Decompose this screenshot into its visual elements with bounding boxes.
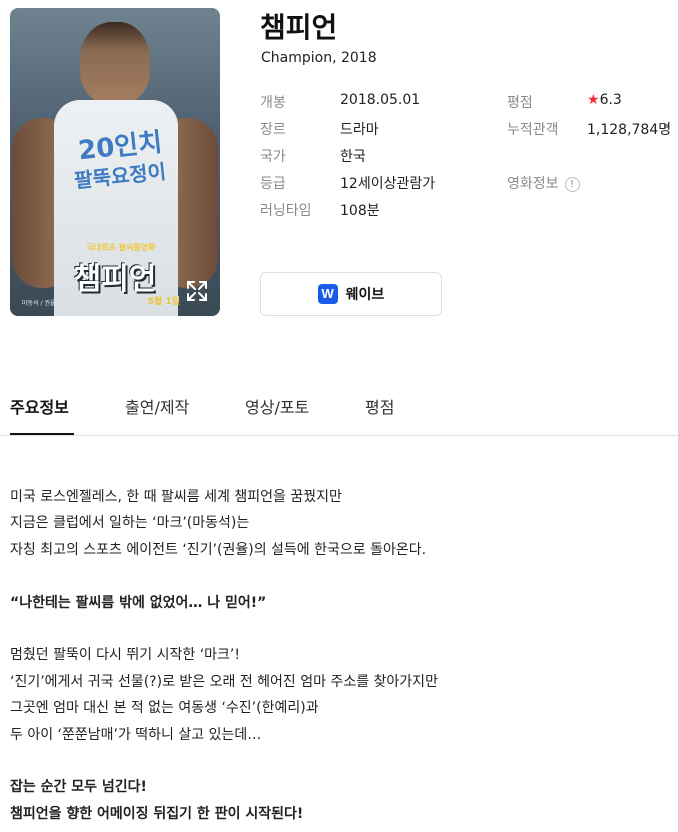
tab-main-info[interactable]: 주요정보 xyxy=(10,394,69,418)
active-tab-indicator xyxy=(10,433,74,435)
poster-title: 챔피언 xyxy=(73,262,157,297)
synopsis-closing-line: 챔피언을 향한 어메이징 뒤집기 한 판이 시작된다! xyxy=(10,805,304,822)
movie-info-label: 영화정보 xyxy=(507,176,559,192)
synopsis-closing-line: 잡는 순간 모두 넘긴다! xyxy=(10,779,147,796)
movie-info-link[interactable]: 영화정보! xyxy=(507,173,580,193)
movie-subtitle: Champion, 2018 xyxy=(261,50,377,66)
synopsis-line: 멈췄던 팔뚝이 다시 뛰기 시작한 ‘마크’! xyxy=(10,647,240,664)
release-value: 2018.05.01 xyxy=(340,92,421,108)
tab-video-photo[interactable]: 영상/포토 xyxy=(245,394,309,418)
movie-poster[interactable]: 20인치 팔뚝요정이 국내최초 팔씨름영화 챔피언 마동석 / 권율 / 한예리… xyxy=(10,8,220,316)
genre-label: 장르 xyxy=(260,122,286,138)
poster-tagline: 국내최초 팔씨름영화 xyxy=(86,243,156,252)
country-value: 한국 xyxy=(340,149,366,165)
synopsis: 미국 로스엔젤레스, 한 때 팔씨름 세계 챔피언을 꿈꿨지만 지금은 클럽에서… xyxy=(10,484,670,827)
poster-release-date: 5월 1일 xyxy=(147,297,180,307)
synopsis-line: ‘진기’에게서 귀국 선물(?)로 받은 오래 전 헤어진 엄마 주소를 찾아가… xyxy=(10,673,438,690)
synopsis-line: 그곳엔 엄마 대신 본 적 없는 여동생 ‘수진’(한예리)과 xyxy=(10,700,319,717)
audience-label: 누적관객 xyxy=(507,122,559,138)
star-icon: ★ xyxy=(587,92,600,108)
audience-value: 1,128,784명 xyxy=(587,122,672,138)
runtime-label: 러닝타임 xyxy=(260,203,312,219)
tab-cast-crew[interactable]: 출연/제작 xyxy=(125,394,189,418)
poster-actor-head xyxy=(80,22,150,104)
rating-label: 평점 xyxy=(507,95,533,111)
synopsis-line: 지금은 클럽에서 일하는 ‘마크’(마동석)는 xyxy=(10,515,250,532)
rating-value-group: ★6.3 xyxy=(587,92,622,108)
wavve-logo-icon: W xyxy=(317,284,338,304)
synopsis-quote: “나한테는 팔씨름 밖에 없었어… 나 믿어!” xyxy=(10,594,267,611)
genre-value: 드라마 xyxy=(340,122,379,138)
poster-credits: 마동석 / 권율 / 한예리 xyxy=(22,300,78,307)
movie-title: 챔피언 xyxy=(260,11,338,44)
country-label: 국가 xyxy=(260,149,286,165)
wavve-watch-button[interactable]: W 웨이브 xyxy=(260,272,442,316)
age-rating-label: 등급 xyxy=(260,176,286,192)
age-rating-value: 12세이상관람가 xyxy=(340,176,436,192)
info-icon[interactable]: ! xyxy=(564,177,580,192)
runtime-value: 108분 xyxy=(340,203,380,219)
synopsis-line: 자칭 최고의 스포츠 에이전트 ‘진기’(권율)의 설득에 한국으로 돌아온다. xyxy=(10,541,427,558)
expand-icon[interactable] xyxy=(186,280,208,302)
wavve-label: 웨이브 xyxy=(345,287,385,303)
rating-value: 6.3 xyxy=(599,92,622,108)
synopsis-line: 미국 로스엔젤레스, 한 때 팔씨름 세계 챔피언을 꿈꿨지만 xyxy=(10,489,342,505)
tab-ratings[interactable]: 평점 xyxy=(365,394,394,418)
tab-bar: 주요정보 출연/제작 영상/포토 평점 xyxy=(0,384,678,436)
release-label: 개봉 xyxy=(260,95,286,111)
synopsis-line: 두 아이 ‘쭌쭌남매’가 떡하니 살고 있는데… xyxy=(10,726,262,743)
